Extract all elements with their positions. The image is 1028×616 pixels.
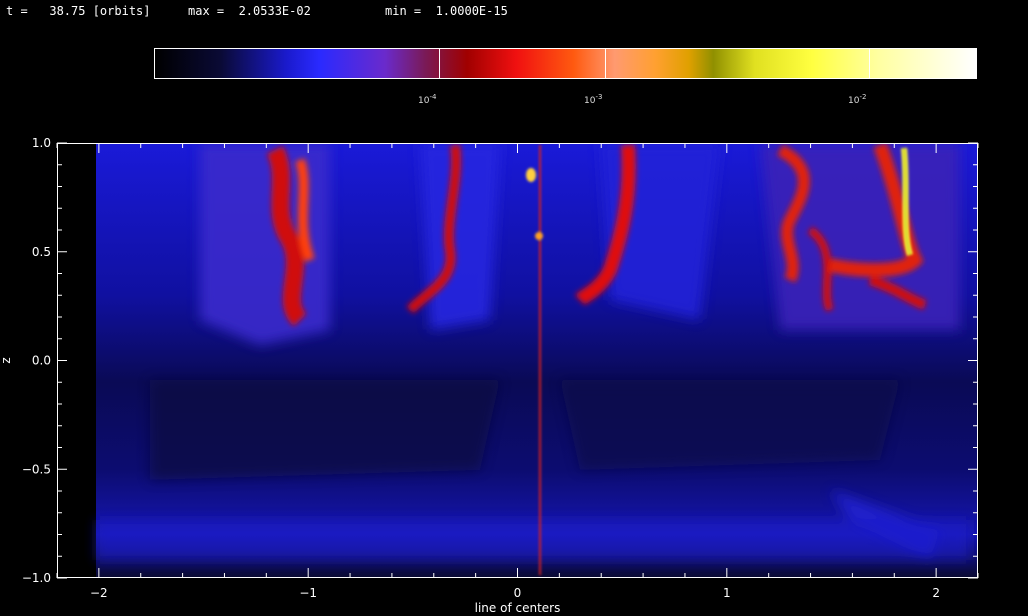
y-tick-label: −0.5 — [22, 462, 51, 476]
y-tick-label: 0.5 — [32, 245, 51, 259]
x-tick-label: 1 — [723, 586, 731, 600]
x-tick-label: −1 — [299, 586, 317, 600]
heatmap-image — [57, 143, 978, 578]
x-tick-label: −2 — [90, 586, 108, 600]
y-tick-label: −1.0 — [22, 571, 51, 585]
x-axis-label: line of centers — [475, 601, 561, 615]
heatmap-plot: −2 −1 0 1 2 −1.0 −0.5 0.0 0.5 1.0 line of centers z — [0, 136, 979, 615]
y-tick-label: 1.0 — [32, 136, 51, 150]
y-tick-label: 0.0 — [32, 354, 51, 368]
y-axis-label: z — [0, 357, 13, 363]
x-tick-label: 2 — [932, 586, 940, 600]
x-tick-label: 0 — [514, 586, 522, 600]
